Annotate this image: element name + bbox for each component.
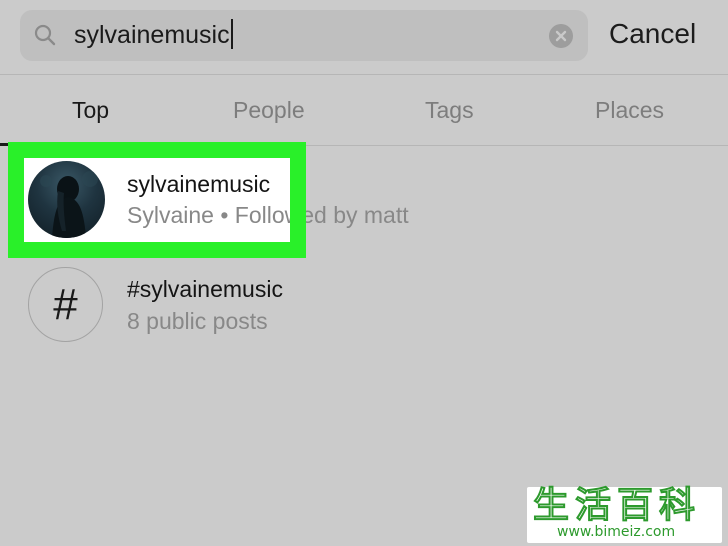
tab-top[interactable]: Top: [72, 94, 109, 126]
hashtag-title: #sylvainemusic: [127, 276, 283, 302]
result-title: sylvainemusic: [127, 171, 271, 197]
text-cursor: [230, 19, 233, 49]
tab-tags[interactable]: Tags: [425, 94, 474, 126]
cancel-button[interactable]: Cancel: [609, 16, 696, 52]
search-tabs: Top People Tags Places: [0, 94, 728, 126]
tab-places[interactable]: Places: [595, 94, 664, 126]
avatar: [28, 161, 105, 238]
header-divider: [0, 74, 728, 75]
watermark-logo: 生活百科 www.bimeiz.com: [527, 485, 722, 543]
watermark-chars: 生活百科: [532, 485, 702, 526]
close-icon: [555, 30, 567, 42]
tab-people[interactable]: People: [233, 94, 305, 126]
search-icon: [34, 24, 56, 46]
result-row-hashtag[interactable]: [0, 262, 728, 348]
hashtag-icon: #: [28, 267, 103, 342]
hashtag-glyph: #: [53, 279, 78, 329]
search-query: sylvainemusic: [74, 19, 233, 51]
avatar-image: [40, 171, 98, 238]
result-subtitle: Sylvaine • Followed by matt: [127, 202, 409, 228]
search-input[interactable]: sylvainemusic: [20, 10, 588, 61]
active-tab-indicator: [0, 143, 182, 146]
watermark-url: www.bimeiz.com: [557, 524, 676, 540]
hashtag-subtitle: 8 public posts: [127, 308, 268, 334]
search-query-text: sylvainemusic: [74, 21, 230, 49]
clear-search-button[interactable]: [549, 24, 573, 48]
